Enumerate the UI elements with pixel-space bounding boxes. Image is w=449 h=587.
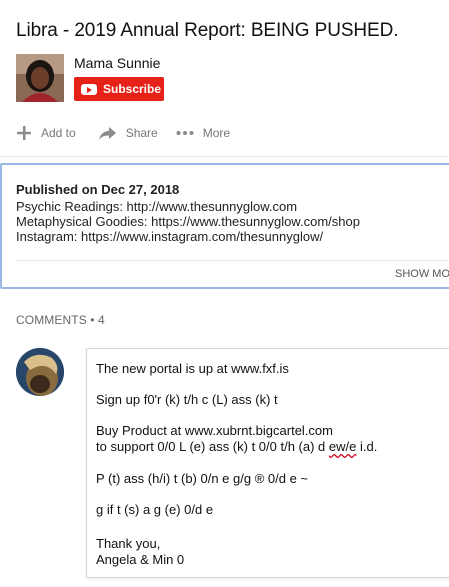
more-button[interactable]: More <box>176 126 230 140</box>
published-date: Published on Dec 27, 2018 <box>16 182 180 197</box>
comments-separator: • <box>86 313 98 327</box>
description-divider <box>16 260 449 261</box>
video-header: Libra - 2019 Annual Report: BEING PUSHED… <box>0 0 449 157</box>
comment-line: Thank you, <box>96 536 161 551</box>
commenter-avatar[interactable] <box>16 348 64 396</box>
video-description: Published on Dec 27, 2018 Psychic Readin… <box>0 163 449 289</box>
share-arrow-icon <box>98 126 117 141</box>
comment-line: The new portal is up at www.fxf.is <box>96 361 289 376</box>
more-label: More <box>202 126 231 140</box>
comment-line: Buy Product at www.xubrnt.bigcartel.com <box>96 423 333 438</box>
comment-card: The new portal is up at www.fxf.is Sign … <box>86 348 449 578</box>
channel-avatar[interactable] <box>16 54 64 102</box>
description-line: Metaphysical Goodies: https://www.thesun… <box>16 214 360 229</box>
comments-count: 4 <box>97 313 105 327</box>
misspelled-word: ew/e <box>328 439 357 454</box>
description-line: Instagram: https://www.instagram.com/the… <box>16 229 324 244</box>
comments-label: COMMENTS <box>16 313 87 327</box>
channel-name[interactable]: Mama Sunnie <box>74 55 160 71</box>
share-button[interactable]: Share <box>98 126 158 141</box>
comment-text: to support 0/0 L (e) ass (k) t 0/0 t/h (… <box>96 439 329 454</box>
description-text: Psychic Readings: http://www.thesunnyglo… <box>16 199 360 244</box>
youtube-play-icon <box>81 83 97 95</box>
plus-icon <box>16 125 32 141</box>
comment-line: P (t) ass (h/i) t (b) 0/n e g/g ® 0/d e … <box>96 471 309 486</box>
description-line: Psychic Readings: http://www.thesunnyglo… <box>16 199 298 214</box>
comments-header: COMMENTS • 4 <box>16 313 105 327</box>
comment-line: g if t (s) a g (e) 0/d e <box>96 502 214 517</box>
comment-line: Sign up f0'r (k) t/h c (L) ass (k) t <box>96 392 278 407</box>
comment-line: to support 0/0 L (e) ass (k) t 0/0 t/h (… <box>96 439 377 454</box>
channel-avatar-image <box>16 54 64 102</box>
add-to-button[interactable]: Add to <box>16 125 76 141</box>
more-dots-icon <box>176 130 194 136</box>
commenter-avatar-image <box>16 348 64 396</box>
add-to-label: Add to <box>41 126 76 140</box>
share-label: Share <box>125 126 158 140</box>
video-actions: Add to Share More <box>16 122 230 144</box>
comment-text: i.d. <box>356 439 378 454</box>
show-more-button[interactable]: SHOW MORE <box>395 268 449 280</box>
comment-line: Angela & Min 0 <box>96 552 185 567</box>
subscribe-label: Subscribe <box>103 82 162 96</box>
video-title: Libra - 2019 Annual Report: BEING PUSHED… <box>16 20 399 41</box>
subscribe-button[interactable]: Subscribe <box>74 77 164 101</box>
